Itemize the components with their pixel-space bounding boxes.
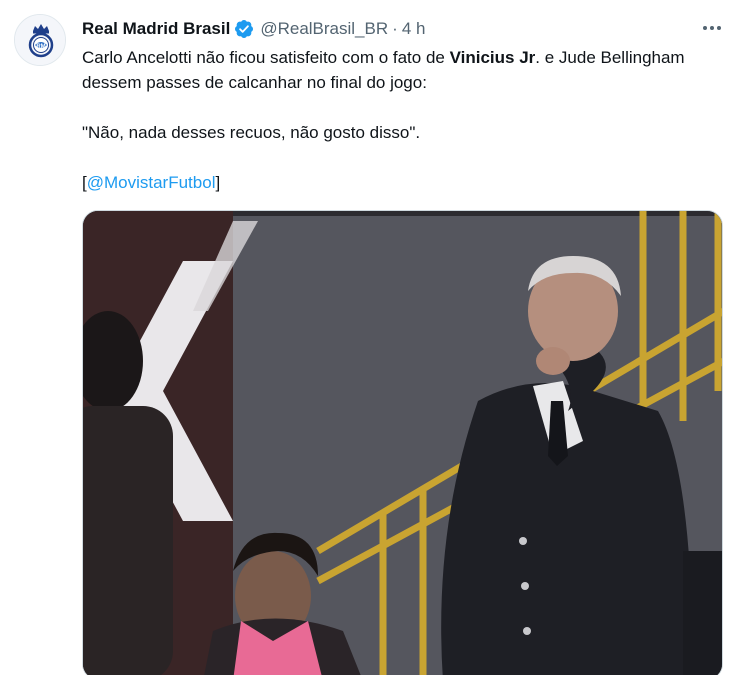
author-handle[interactable]: @RealBrasil_BR <box>260 19 388 39</box>
verified-badge-icon <box>235 20 254 38</box>
svg-text:RM: RM <box>36 44 45 50</box>
tweet-source: [@MovistarFutbol] <box>82 170 722 195</box>
source-bracket-close: ] <box>215 173 221 192</box>
tweet-video[interactable] <box>82 210 723 675</box>
tweet-card[interactable]: RM Real Madrid Brasil @RealBrasil_BR · 4… <box>0 0 736 675</box>
tweet-text-segment: Carlo Ancelotti não ficou satisfeito com… <box>82 48 450 67</box>
more-options-icon[interactable] <box>700 16 724 40</box>
tweet-header: Real Madrid Brasil @RealBrasil_BR · 4 h <box>82 16 425 42</box>
author-display-name[interactable]: Real Madrid Brasil <box>82 19 230 39</box>
club-crest-icon: RM <box>15 15 65 65</box>
tweet-timestamp[interactable]: 4 h <box>402 19 426 39</box>
video-thumbnail <box>83 211 722 675</box>
tweet-bold-name: Vinicius Jr <box>449 48 536 67</box>
header-separator: · <box>392 19 398 38</box>
tweet-quote: "Não, nada desses recuos, não gosto diss… <box>82 123 421 142</box>
tweet-paragraph-1: Carlo Ancelotti não ficou satisfeito com… <box>82 45 722 95</box>
source-mention-link[interactable]: @MovistarFutbol <box>87 173 216 192</box>
avatar[interactable]: RM <box>14 14 66 66</box>
tweet-text: Carlo Ancelotti não ficou satisfeito com… <box>82 45 722 195</box>
